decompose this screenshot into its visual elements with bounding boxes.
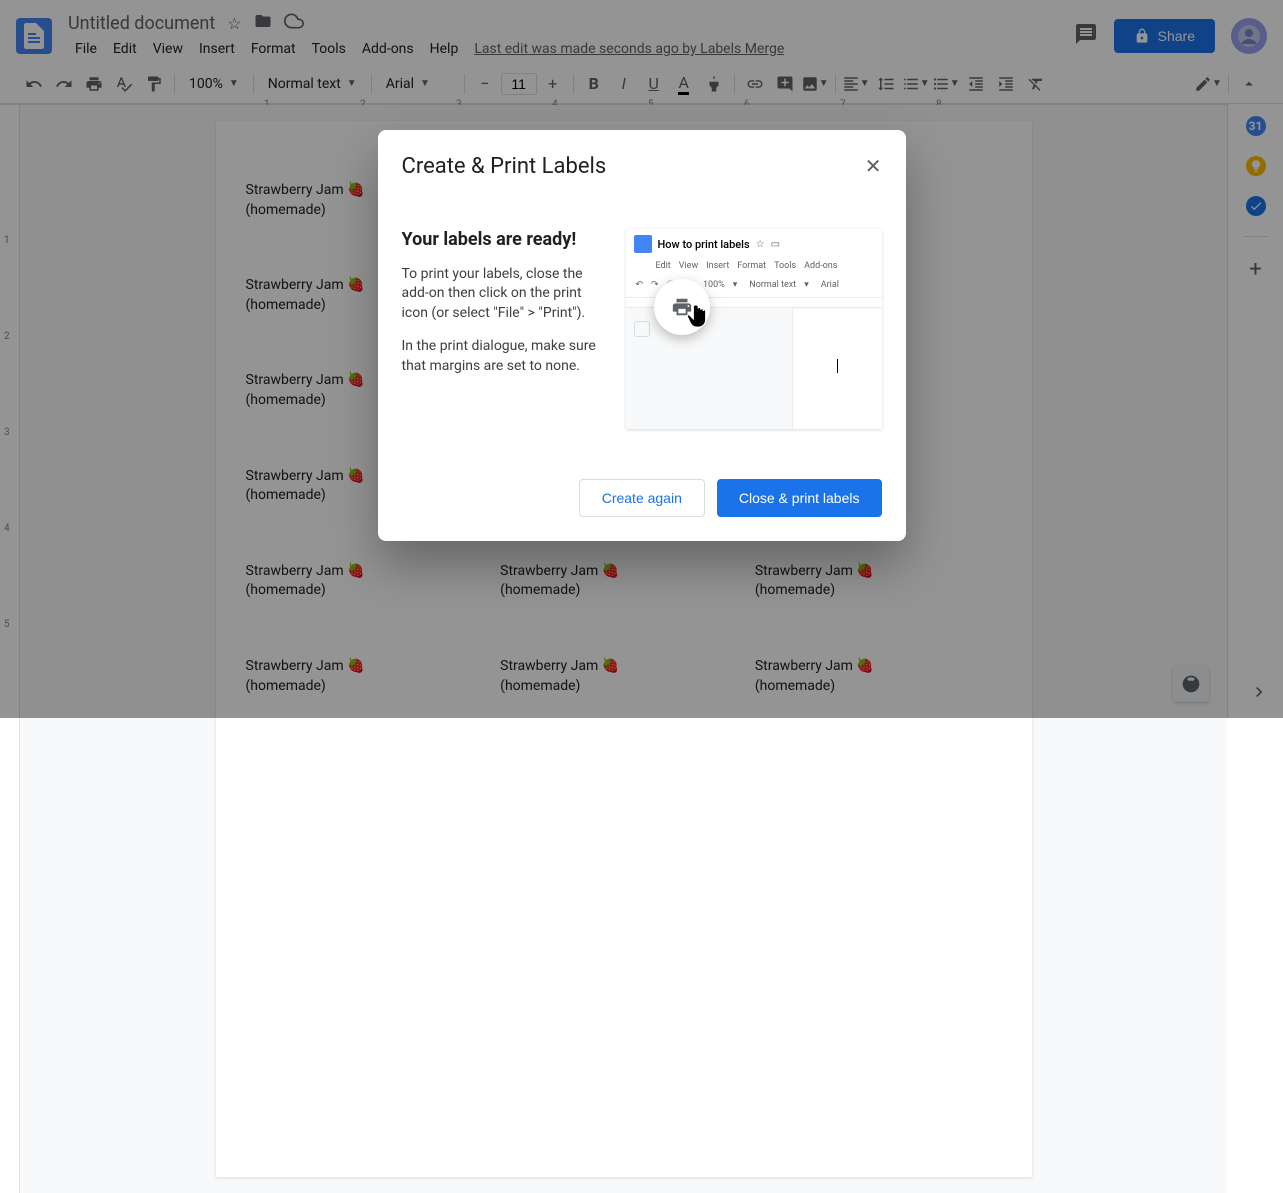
dialog-title: Create & Print Labels — [402, 154, 607, 179]
create-again-button[interactable]: Create again — [579, 479, 705, 517]
mini-title: How to print labels — [658, 238, 750, 251]
dialog: Create & Print Labels ✕ Your labels are … — [378, 130, 906, 541]
close-button[interactable]: ✕ — [865, 154, 882, 179]
dialog-paragraph: To print your labels, close the add-on t… — [402, 265, 606, 324]
mini-move-icon: ▭ — [771, 239, 780, 250]
close-print-button[interactable]: Close & print labels — [717, 479, 882, 517]
dialog-heading: Your labels are ready! — [402, 229, 606, 251]
mini-outline-icon — [634, 321, 650, 337]
mini-star-icon: ☆ — [756, 239, 765, 250]
dialog-illustration: How to print labels ☆ ▭ EditViewInsertFo… — [626, 229, 882, 429]
mini-docs-logo — [634, 235, 652, 253]
dialog-paragraph: In the print dialogue, make sure that ma… — [402, 337, 606, 376]
pointer-hand-icon — [682, 301, 712, 338]
